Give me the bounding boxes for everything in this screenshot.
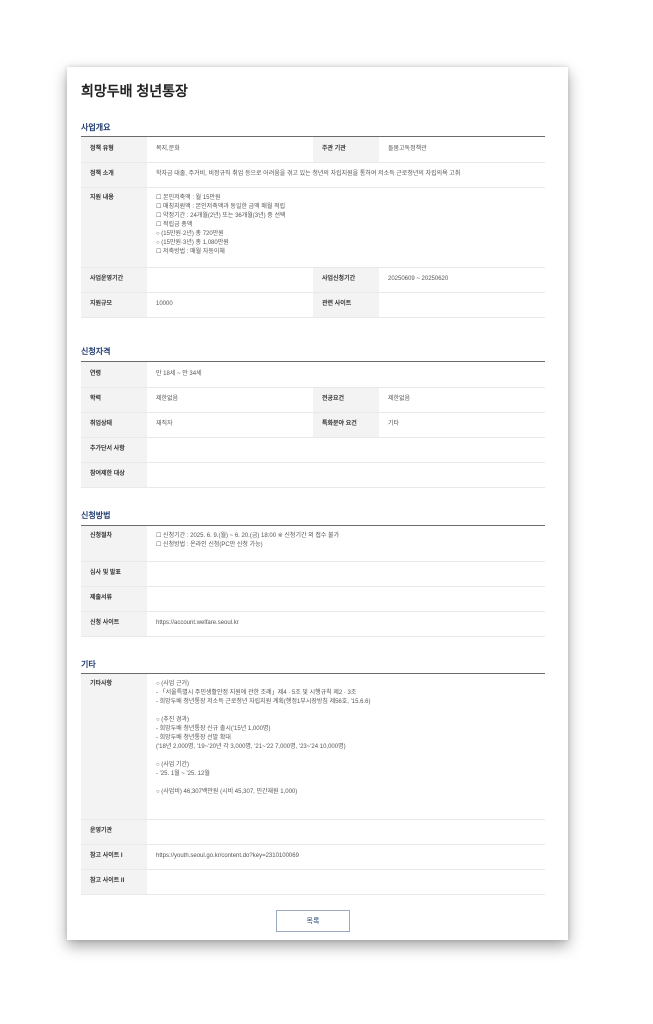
special-field-label: 특화분야 요건 (313, 412, 379, 438)
table-row: 사업운영기간 사업신청기간 20250609 ~ 20250620 (81, 267, 545, 293)
table-row: 지원 내용 ☐ 본인저축액 : 월 15만원 ☐ 매칭지원액 : 본인저축액과 … (81, 187, 545, 268)
restricted-value (147, 462, 545, 488)
overview-table: 정책 유형 복지,문화 주관 기관 돌봄고독정책관 정책 소개 학자금 대출, … (81, 137, 545, 318)
policy-type-value: 복지,문화 (147, 137, 313, 163)
review-label: 심사 및 발표 (81, 561, 147, 587)
special-field-value: 기타 (379, 412, 545, 438)
table-row: 기타사항 ○ (사업 근거) - 「서울특별시 주민생활안정 지원에 관한 조례… (81, 674, 545, 820)
education-label: 학력 (81, 387, 147, 413)
major-value: 제한없음 (379, 387, 545, 413)
documents-label: 제출서류 (81, 586, 147, 612)
apply-site-link[interactable]: https://account.welfare.seoul.kr (147, 611, 545, 637)
table-row: 지원규모 10000 관련 사이트 (81, 292, 545, 318)
related-site-value (379, 292, 545, 318)
support-value: ☐ 본인저축액 : 월 15만원 ☐ 매칭지원액 : 본인저축액과 동일한 금액… (147, 187, 545, 268)
operator-label: 운영기관 (81, 819, 147, 845)
reference-site-1-label: 참고 사이트 I (81, 844, 147, 870)
table-row: 심사 및 발표 (81, 561, 545, 587)
restricted-label: 참여제한 대상 (81, 462, 147, 488)
table-row: 신청절차 ☐ 신청기간 : 2025. 6. 9.(월) ~ 6. 20.(금)… (81, 526, 545, 562)
documents-value (147, 586, 545, 612)
apply-method-table: 신청절차 ☐ 신청기간 : 2025. 6. 9.(월) ~ 6. 20.(금)… (81, 526, 545, 637)
employment-value: 재직자 (147, 412, 313, 438)
age-label: 연령 (81, 362, 147, 388)
apply-period-value: 20250609 ~ 20250620 (379, 267, 545, 293)
intro-label: 정책 소개 (81, 162, 147, 188)
procedure-label: 신청절차 (81, 526, 147, 562)
table-row: 참고 사이트 II (81, 869, 545, 895)
age-value: 만 18세 ~ 만 34세 (147, 362, 545, 388)
extra-conditions-label: 추가단서 사항 (81, 437, 147, 463)
section-heading-overview: 사업개요 (81, 123, 111, 132)
table-row: 참여제한 대상 (81, 462, 545, 488)
notes-label: 기타사항 (81, 674, 147, 820)
employment-label: 취업상태 (81, 412, 147, 438)
extra-conditions-value (147, 437, 545, 463)
table-row: 취업상태 재직자 특화분야 요건 기타 (81, 412, 545, 438)
table-row: 참고 사이트 I https://youth.seoul.go.kr/conte… (81, 844, 545, 870)
reference-site-2-value (147, 869, 545, 895)
list-button[interactable]: 목록 (276, 910, 350, 932)
table-row: 연령 만 18세 ~ 만 34세 (81, 362, 545, 388)
section-heading-etc: 기타 (81, 660, 96, 669)
op-period-label: 사업운영기간 (81, 267, 147, 293)
intro-value: 학자금 대출, 주거비, 비정규직 취업 등으로 어려움을 겪고 있는 청년의 … (147, 162, 545, 188)
table-row: 운영기관 (81, 819, 545, 845)
related-site-label: 관련 사이트 (313, 292, 379, 318)
eligibility-table: 연령 만 18세 ~ 만 34세 학력 제한없음 전공요건 제한없음 취업상태 … (81, 362, 545, 488)
apply-period-label: 사업신청기간 (313, 267, 379, 293)
page-title: 희망두배 청년통장 (81, 83, 188, 99)
table-row: 제출서류 (81, 586, 545, 612)
etc-table: 기타사항 ○ (사업 근거) - 「서울특별시 주민생활안정 지원에 관한 조례… (81, 674, 545, 895)
section-heading-apply-method: 신청방법 (81, 511, 111, 520)
section-heading-eligibility: 신청자격 (81, 347, 111, 356)
support-label: 지원 내용 (81, 187, 147, 268)
notes-value: ○ (사업 근거) - 「서울특별시 주민생활안정 지원에 관한 조례」제4 ·… (147, 674, 545, 820)
table-row: 학력 제한없음 전공요건 제한없음 (81, 387, 545, 413)
agency-label: 주관 기관 (313, 137, 379, 163)
policy-type-label: 정책 유형 (81, 137, 147, 163)
table-row: 신청 사이트 https://account.welfare.seoul.kr (81, 611, 545, 637)
reference-site-1-link[interactable]: https://youth.seoul.go.kr/content.do?key… (147, 844, 545, 870)
major-label: 전공요건 (313, 387, 379, 413)
reference-site-2-label: 참고 사이트 II (81, 869, 147, 895)
table-row: 정책 소개 학자금 대출, 주거비, 비정규직 취업 등으로 어려움을 겪고 있… (81, 162, 545, 188)
agency-value: 돌봄고독정책관 (379, 137, 545, 163)
table-row: 추가단서 사항 (81, 437, 545, 463)
procedure-value: ☐ 신청기간 : 2025. 6. 9.(월) ~ 6. 20.(금) 18:0… (147, 526, 545, 562)
operator-value (147, 819, 545, 845)
education-value: 제한없음 (147, 387, 313, 413)
apply-site-label: 신청 사이트 (81, 611, 147, 637)
scale-value: 10000 (147, 292, 313, 318)
review-value (147, 561, 545, 587)
table-row: 정책 유형 복지,문화 주관 기관 돌봄고독정책관 (81, 137, 545, 163)
op-period-value (147, 267, 313, 293)
policy-detail-card: 희망두배 청년통장 사업개요 정책 유형 복지,문화 주관 기관 돌봄고독정책관… (67, 67, 568, 940)
scale-label: 지원규모 (81, 292, 147, 318)
